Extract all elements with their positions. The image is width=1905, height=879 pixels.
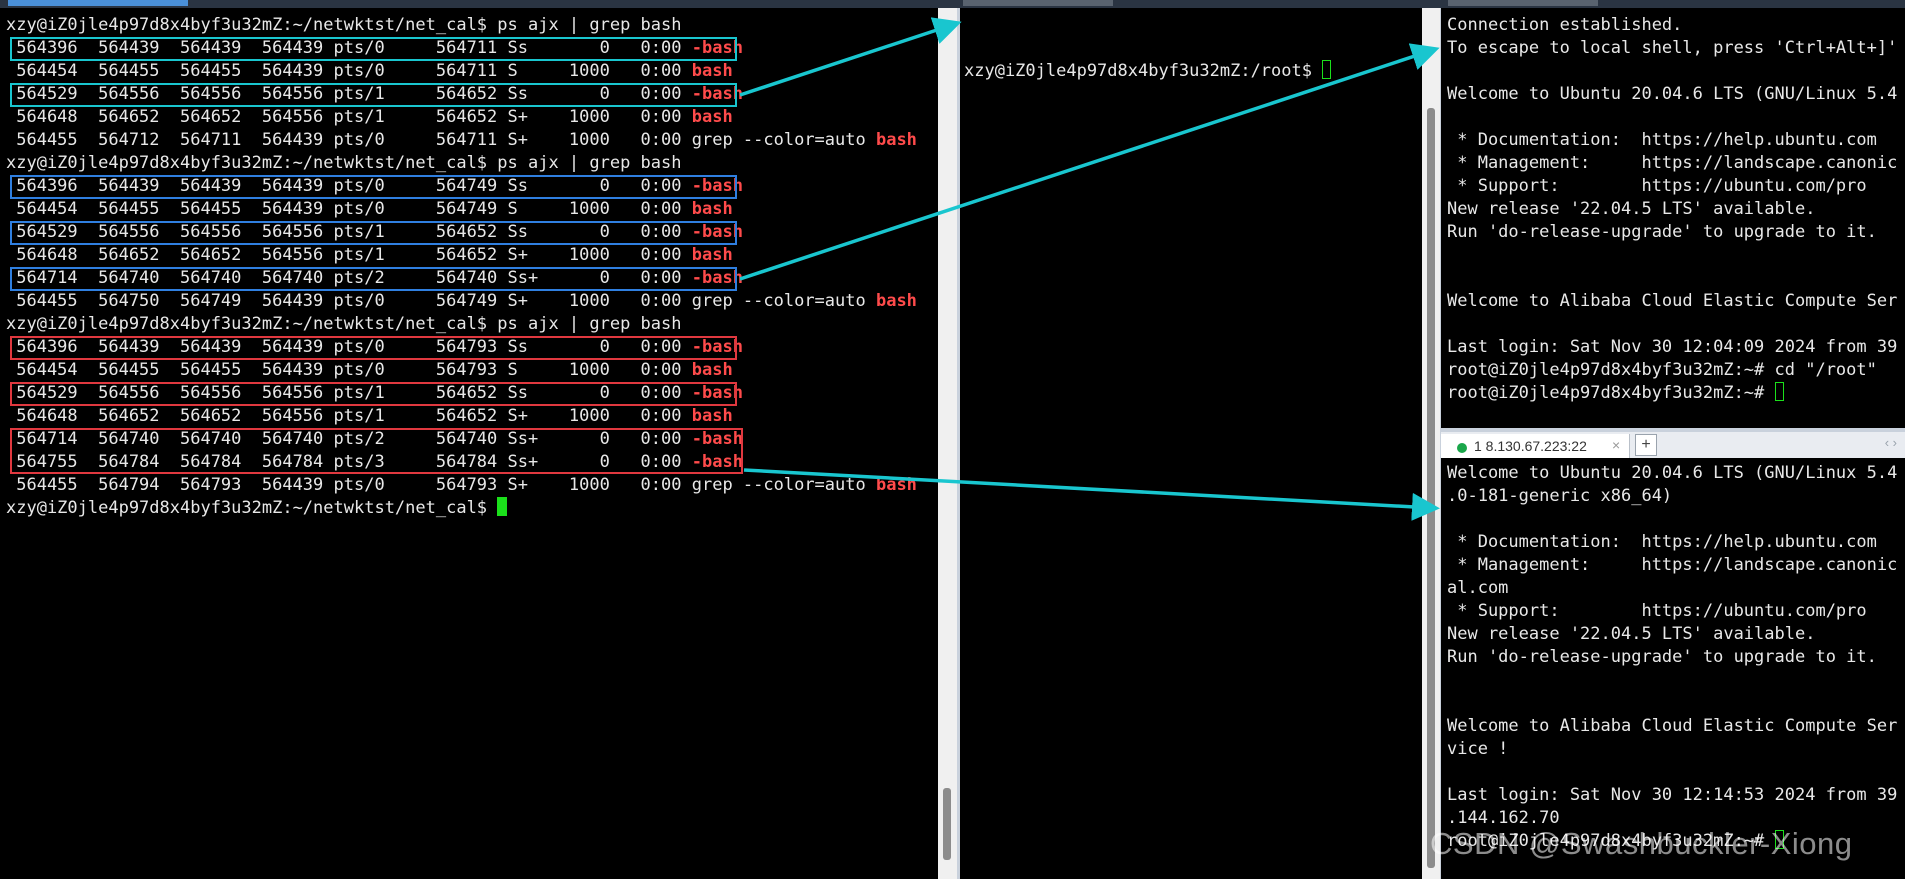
arrow-to-top-right-terminal <box>739 43 1440 281</box>
arrow-to-middle-terminal <box>739 17 962 97</box>
csdn-watermark: CSDN @Swashbuckler-Xiong <box>1430 826 1853 861</box>
annotation-arrows <box>739 17 1440 521</box>
arrow-to-bottom-right-terminal <box>743 468 1440 521</box>
